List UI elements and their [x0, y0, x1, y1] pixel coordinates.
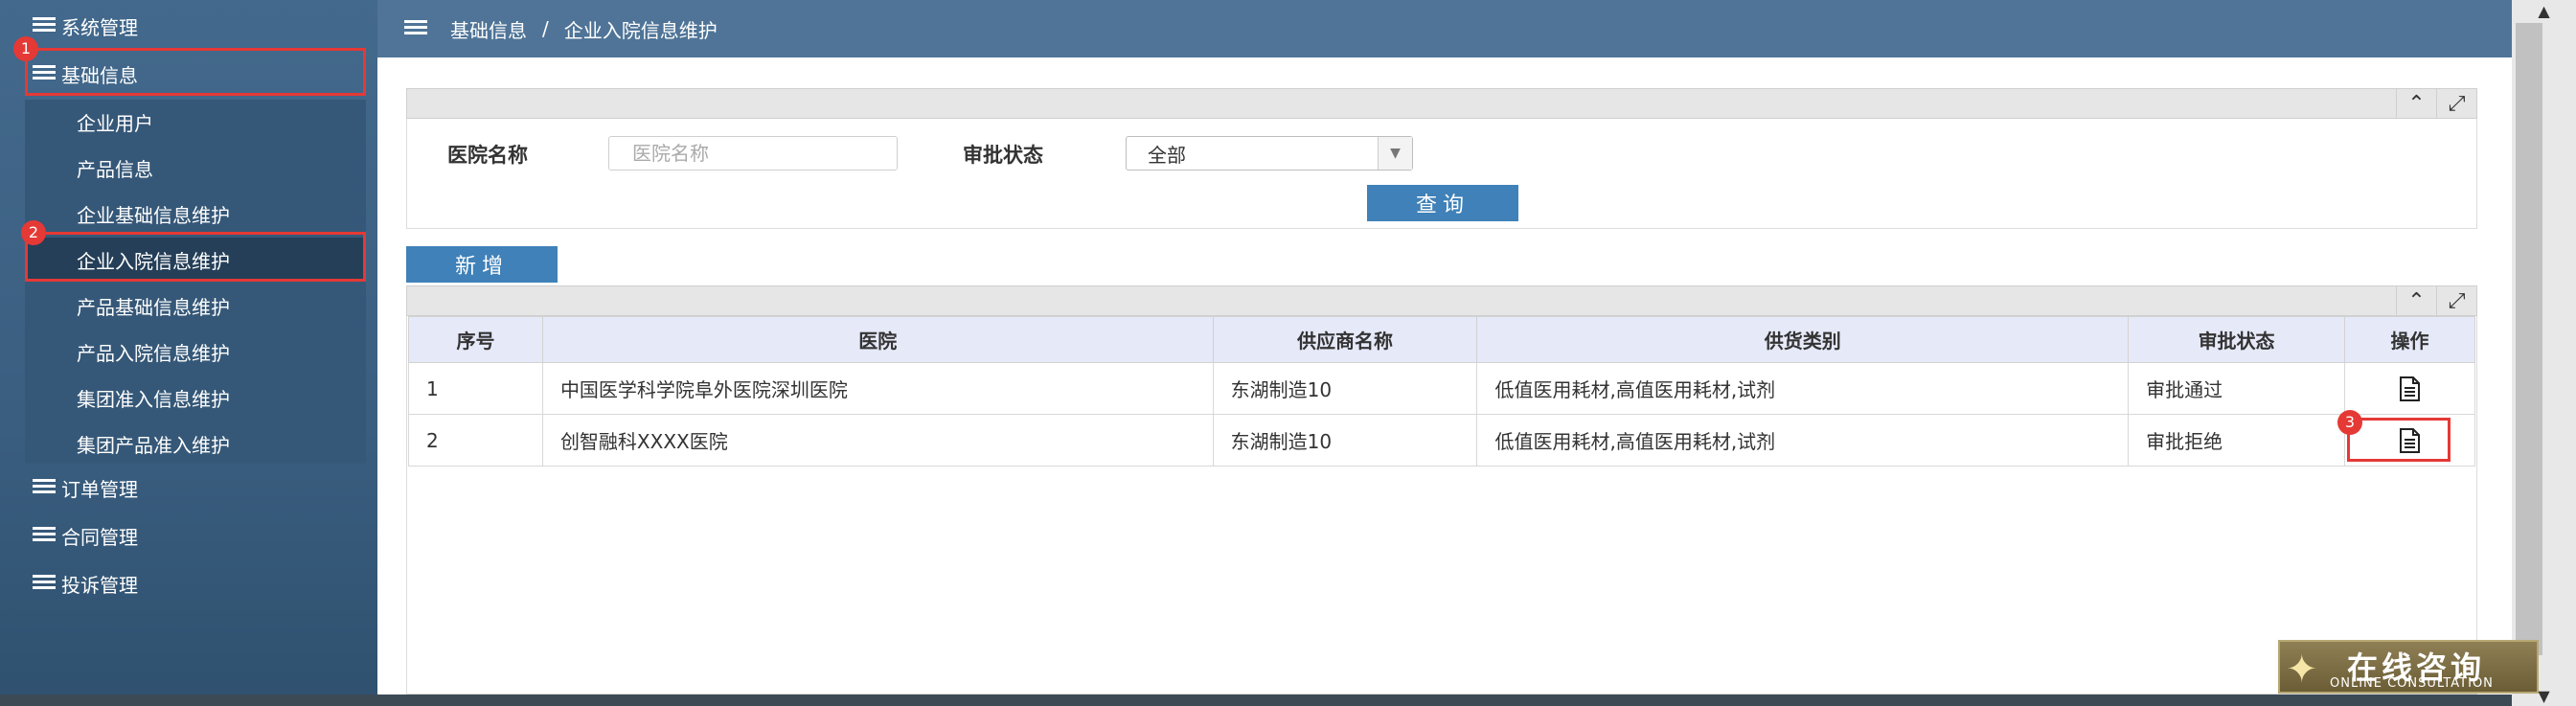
consult-subtitle: ONLINE CONSULTATION — [2330, 676, 2494, 691]
column-header: 供应商名称 — [1212, 316, 1478, 363]
data-table: 序号 医院 供应商名称 供货类别 审批状态 操作 1 中国医学科学院阜外医院深圳… — [408, 316, 2475, 467]
cell-action — [2344, 362, 2475, 415]
approval-status-value: 全部 — [1148, 143, 1186, 167]
breadcrumb-root[interactable]: 基础信息 — [450, 15, 527, 43]
sub-item-label: 产品基础信息维护 — [77, 295, 230, 319]
online-consultation-widget[interactable]: ✦ 在线咨询 ONLINE CONSULTATION — [2278, 640, 2539, 694]
cell-index: 2 — [408, 414, 543, 467]
sub-item-label: 集团产品准入维护 — [77, 433, 230, 457]
step-badge: 3 — [2337, 410, 2362, 435]
chevron-up-icon[interactable]: ⌃ — [2396, 286, 2436, 315]
cell-hospital: 创智融科XXXX医院 — [541, 414, 1214, 467]
expand-icon[interactable]: ⤢ — [2436, 89, 2476, 118]
sidebar-item-label: 系统管理 — [61, 15, 138, 39]
highlight-box — [25, 232, 366, 282]
step-badge: 1 — [13, 36, 38, 61]
hospital-name-input[interactable] — [608, 136, 898, 171]
table-row[interactable]: 2 创智融科XXXX医院 东湖制造10 低值医用耗材,高值医用耗材,试剂 审批拒… — [408, 414, 2475, 467]
sub-item-label: 企业用户 — [77, 111, 153, 135]
sub-item-group-access[interactable]: 集团准入信息维护 — [25, 376, 366, 420]
breadcrumb-current: 企业入院信息维护 — [563, 18, 718, 42]
cell-status: 审批通过 — [2128, 362, 2346, 415]
sub-item-group-product[interactable]: 集团产品准入维护 — [25, 421, 366, 466]
table-header-row: 序号 医院 供应商名称 供货类别 审批状态 操作 — [408, 316, 2475, 363]
star-icon: ✦ — [2286, 648, 2318, 692]
highlight-box — [25, 48, 366, 96]
main-content: 基础信息 / 企业入院信息维护 ⌃ ⤢ 医院名称 审批状态 全部 ▼ 查询 新增… — [377, 0, 2512, 706]
table-row[interactable]: 1 中国医学科学院阜外医院深圳医院 东湖制造10 低值医用耗材,高值医用耗材,试… — [408, 362, 2475, 415]
bottom-strip — [0, 695, 2512, 706]
sidebar-item-label: 订单管理 — [61, 477, 138, 501]
sidebar-item-system[interactable]: 系统管理 — [0, 4, 377, 48]
sub-item-label: 产品入院信息维护 — [77, 341, 230, 365]
sub-item-label: 集团准入信息维护 — [77, 387, 230, 411]
sidebar: 系统管理 基础信息 企业用户 产品信息 企业基础信息维护 企业入院信息维护 产品… — [0, 0, 377, 706]
breadcrumb: 基础信息 / 企业入院信息维护 — [377, 0, 2512, 57]
sidebar-item-contracts[interactable]: 合同管理 — [0, 513, 377, 558]
hospital-name-label: 医院名称 — [447, 144, 528, 167]
sub-item-product-basic[interactable]: 产品基础信息维护 — [25, 284, 366, 328]
submenu-basic-info: 企业用户 产品信息 企业基础信息维护 企业入院信息维护 产品基础信息维护 产品入… — [25, 100, 366, 464]
document-icon[interactable] — [2395, 375, 2424, 403]
column-header: 供货类别 — [1476, 316, 2130, 363]
column-header: 操作 — [2344, 316, 2475, 363]
breadcrumb-separator: / — [542, 17, 549, 40]
scrollbar-thumb[interactable] — [2516, 23, 2542, 655]
list-icon — [33, 575, 56, 592]
approval-status-label: 审批状态 — [963, 144, 1043, 167]
sidebar-item-orders[interactable]: 订单管理 — [0, 466, 377, 510]
sidebar-item-label: 投诉管理 — [61, 573, 138, 597]
list-icon — [33, 527, 56, 544]
add-button[interactable]: 新增 — [406, 246, 558, 283]
sub-item-label: 产品信息 — [77, 157, 153, 181]
search-panel: 医院名称 审批状态 全部 ▼ 查询 — [406, 119, 2477, 229]
column-header: 审批状态 — [2128, 316, 2346, 363]
cell-category: 低值医用耗材,高值医用耗材,试剂 — [1476, 414, 2130, 467]
sidebar-item-label: 合同管理 — [61, 525, 138, 549]
step-badge: 2 — [21, 220, 46, 245]
sub-item-enterprise-basic[interactable]: 企业基础信息维护 — [25, 192, 366, 236]
search-panel-header: ⌃ ⤢ — [406, 88, 2477, 119]
sub-item-enterprise-user[interactable]: 企业用户 — [25, 100, 366, 144]
chevron-down-icon[interactable]: ▼ — [1378, 137, 1412, 170]
cell-index: 1 — [408, 362, 543, 415]
query-button[interactable]: 查询 — [1367, 185, 1518, 221]
list-icon — [33, 479, 56, 496]
list-icon — [33, 17, 56, 34]
approval-status-select[interactable]: 全部 ▼ — [1126, 136, 1413, 171]
column-header: 医院 — [541, 316, 1214, 363]
vertical-scrollbar[interactable]: ▲ ▼ — [2512, 0, 2576, 706]
sidebar-item-complaints[interactable]: 投诉管理 — [0, 561, 377, 605]
cell-status: 审批拒绝 — [2128, 414, 2346, 467]
cell-supplier: 东湖制造10 — [1212, 362, 1478, 415]
sub-item-product-info[interactable]: 产品信息 — [25, 146, 366, 190]
scroll-up-icon[interactable]: ▲ — [2512, 0, 2576, 21]
highlight-box — [2347, 418, 2451, 462]
cell-supplier: 东湖制造10 — [1212, 414, 1478, 467]
chevron-up-icon[interactable]: ⌃ — [2396, 89, 2436, 118]
cell-hospital: 中国医学科学院阜外医院深圳医院 — [541, 362, 1214, 415]
column-header: 序号 — [408, 316, 543, 363]
sub-item-product-hospital[interactable]: 产品入院信息维护 — [25, 330, 366, 374]
sub-item-label: 企业基础信息维护 — [77, 203, 230, 227]
grid-panel-header: ⌃ ⤢ — [406, 285, 2477, 316]
cell-category: 低值医用耗材,高值医用耗材,试剂 — [1476, 362, 2130, 415]
hamburger-icon[interactable] — [404, 20, 427, 37]
expand-icon[interactable]: ⤢ — [2436, 286, 2476, 315]
